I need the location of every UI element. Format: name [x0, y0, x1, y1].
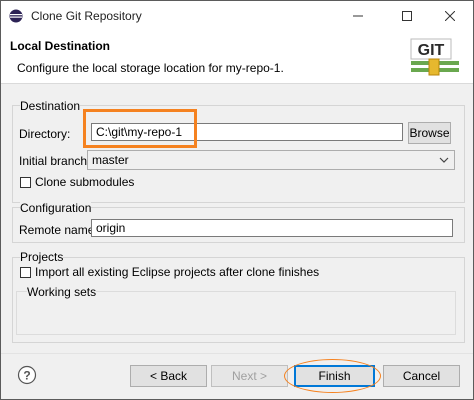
remote-name-input[interactable] [91, 219, 453, 237]
initial-branch-label: Initial branch: [19, 154, 91, 168]
wizard-header: Local Destination Configure the local st… [1, 31, 473, 84]
initial-branch-select[interactable]: master [87, 150, 455, 170]
page-title: Local Destination [10, 39, 111, 53]
next-button[interactable]: Next > [211, 365, 288, 387]
page-description: Configure the local storage location for… [17, 61, 284, 75]
window-title: Clone Git Repository [31, 9, 142, 23]
directory-label: Directory: [19, 127, 71, 141]
projects-group-label: Projects [20, 250, 64, 264]
destination-group-label: Destination [20, 99, 81, 113]
working-sets-label: Working sets [27, 285, 97, 299]
maximize-button[interactable] [384, 1, 430, 31]
eclipse-icon [9, 9, 23, 23]
clone-submodules-label: Clone submodules [35, 175, 135, 189]
git-logo-icon: GIT [410, 38, 459, 76]
clone-submodules-checkbox[interactable] [20, 177, 31, 188]
initial-branch-value: master [92, 153, 129, 167]
import-projects-checkbox[interactable] [20, 267, 31, 278]
close-icon [445, 11, 455, 21]
clone-git-repository-dialog: Clone Git Repository Local Destination C… [0, 0, 474, 400]
svg-text:GIT: GIT [418, 42, 445, 59]
remote-name-label: Remote name: [19, 223, 98, 237]
title-bar: Clone Git Repository [1, 1, 473, 31]
help-icon[interactable]: ? [17, 365, 37, 385]
maximize-icon [402, 11, 412, 21]
close-button[interactable] [427, 1, 473, 31]
minimize-icon [353, 15, 363, 17]
footer-divider [1, 353, 473, 354]
minimize-button[interactable] [335, 1, 381, 31]
import-projects-label: Import all existing Eclipse projects aft… [35, 265, 320, 279]
back-button[interactable]: < Back [130, 365, 207, 387]
chevron-down-icon [439, 157, 449, 163]
svg-text:?: ? [23, 369, 30, 383]
configuration-group-label: Configuration [20, 201, 92, 215]
browse-button[interactable]: Browse [408, 122, 451, 144]
directory-input[interactable] [91, 123, 403, 141]
cancel-button[interactable]: Cancel [383, 365, 460, 387]
finish-button[interactable]: Finish [294, 365, 375, 387]
